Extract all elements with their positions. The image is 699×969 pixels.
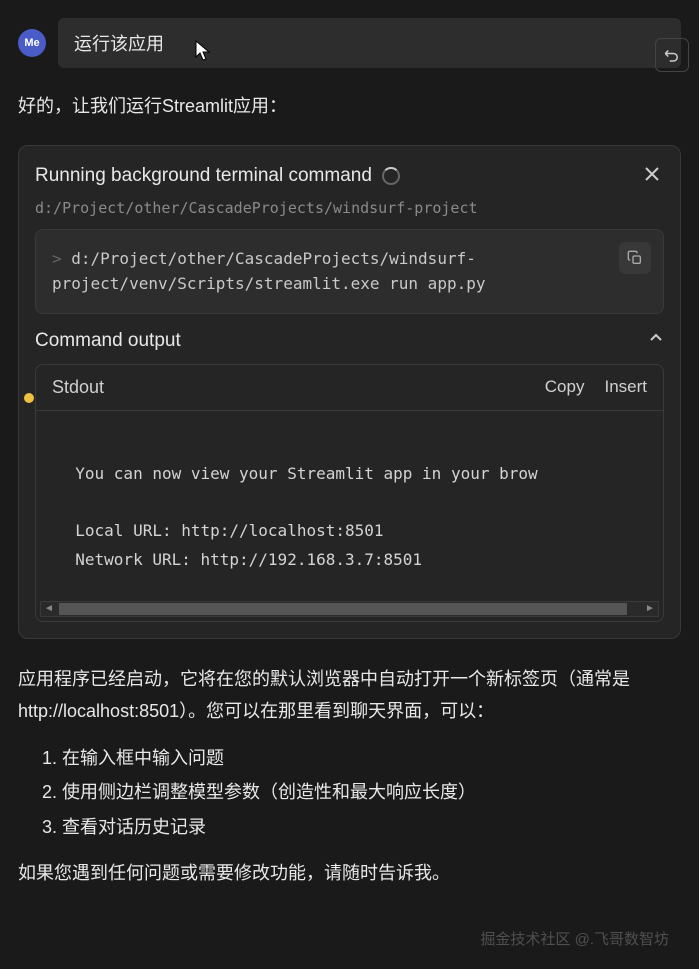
command-text: d:/Project/other/CascadeProjects/windsur… xyxy=(52,249,485,294)
assistant-explanation: 应用程序已经启动，它将在您的默认浏览器中自动打开一个新标签页（通常是 http:… xyxy=(18,663,681,889)
watermark: 掘金技术社区 @.飞哥数智坊 xyxy=(480,928,669,949)
spinner-icon xyxy=(382,167,400,185)
undo-button[interactable] xyxy=(655,38,689,72)
list-item: 在输入框中输入问题 xyxy=(62,742,681,774)
stdout-content: You can now view your Streamlit app in y… xyxy=(36,411,663,601)
timeline-dot xyxy=(24,393,34,403)
copy-command-button[interactable] xyxy=(619,242,651,274)
terminal-title: Running background terminal command xyxy=(35,165,400,187)
terminal-block: Running background terminal command d:/P… xyxy=(18,145,681,639)
command-box: > d:/Project/other/CascadeProjects/winds… xyxy=(35,229,664,314)
close-icon xyxy=(644,166,660,182)
insert-output-button[interactable]: Insert xyxy=(604,377,647,397)
copy-icon xyxy=(627,250,643,266)
undo-icon xyxy=(663,46,681,64)
prompt-char: > xyxy=(52,249,71,268)
explain-paragraph-1: 应用程序已经启动，它将在您的默认浏览器中自动打开一个新标签页（通常是 http:… xyxy=(18,663,681,728)
chevron-up-icon xyxy=(648,330,664,351)
list-item: 查看对话历史记录 xyxy=(62,811,681,843)
list-item: 使用侧边栏调整模型参数（创造性和最大响应长度） xyxy=(62,776,681,808)
output-header[interactable]: Command output xyxy=(35,330,664,352)
assistant-intro: 好的，让我们运行Streamlit应用： xyxy=(18,92,681,121)
scroll-left-arrow[interactable]: ◄ xyxy=(41,602,57,616)
copy-output-button[interactable]: Copy xyxy=(545,377,585,397)
stdout-panel: Stdout Copy Insert You can now view your… xyxy=(35,364,664,622)
stdout-label: Stdout xyxy=(52,377,104,398)
user-avatar: Me xyxy=(18,29,46,57)
terminal-path: d:/Project/other/CascadeProjects/windsur… xyxy=(35,199,664,217)
scrollbar-thumb[interactable] xyxy=(59,603,627,615)
chat-input-text: 运行该应用 xyxy=(74,30,164,56)
chat-input-bar[interactable]: 运行该应用 xyxy=(58,18,681,68)
scroll-right-arrow[interactable]: ► xyxy=(642,602,658,616)
close-button[interactable] xyxy=(640,162,664,191)
explain-paragraph-2: 如果您遇到任何问题或需要修改功能，请随时告诉我。 xyxy=(18,857,681,889)
steps-list: 在输入框中输入问题 使用侧边栏调整模型参数（创造性和最大响应长度） 查看对话历史… xyxy=(18,742,681,843)
output-title: Command output xyxy=(35,330,181,352)
horizontal-scrollbar[interactable]: ◄ ► xyxy=(40,601,659,617)
